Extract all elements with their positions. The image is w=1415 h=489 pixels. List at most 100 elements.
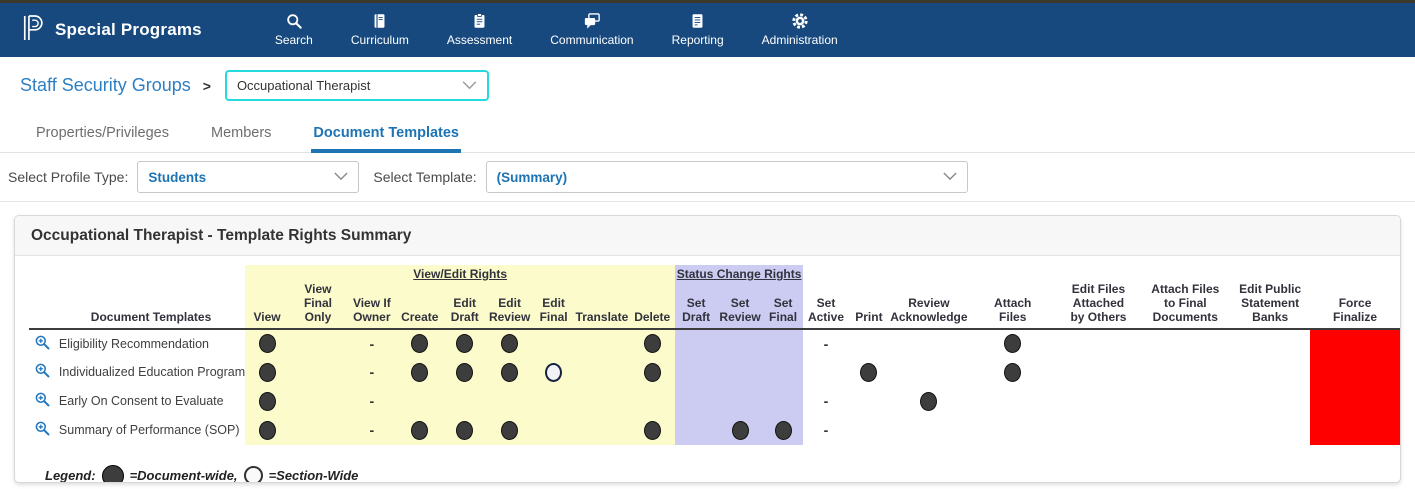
doc-template-name: Eligibility Recommendation xyxy=(57,329,245,358)
dash-indicator: - xyxy=(824,336,829,352)
nav-item-label: Administration xyxy=(762,33,838,47)
right-cell-document-wide xyxy=(969,329,1057,358)
section-wide-circle xyxy=(545,363,562,382)
panel-title: Occupational Therapist - Template Rights… xyxy=(15,216,1400,256)
rights-table: View/Edit RightsStatus Change RightsDocu… xyxy=(29,265,1400,445)
right-cell-empty xyxy=(1230,358,1310,387)
document-wide-dot xyxy=(775,421,792,440)
column-header-edit-public-statement-banks: Edit Public Statement Banks xyxy=(1230,281,1310,328)
column-header-set-draft: Set Draft xyxy=(675,281,717,328)
right-cell-empty xyxy=(889,329,969,358)
right-cell-empty xyxy=(575,387,630,416)
document-wide-dot xyxy=(644,421,661,440)
right-cell-empty xyxy=(717,329,763,358)
column-header-delete: Delete xyxy=(629,281,675,328)
gear-icon xyxy=(790,11,810,31)
right-cell-empty xyxy=(1057,358,1141,387)
nav-item-communication[interactable]: Communication xyxy=(543,7,640,53)
force-finalize-blocked-cell xyxy=(1310,329,1400,358)
right-cell-empty xyxy=(717,387,763,416)
tab-members[interactable]: Members xyxy=(209,122,273,153)
column-header-edit-files-attached-by-others: Edit Files Attached by Others xyxy=(1057,281,1141,328)
document-wide-dot xyxy=(644,334,661,353)
right-cell-document-wide xyxy=(717,416,763,445)
search-icon xyxy=(284,11,304,31)
right-cell-empty xyxy=(1140,416,1230,445)
column-header-edit-final: Edit Final xyxy=(533,281,575,328)
right-cell-empty xyxy=(1057,387,1141,416)
column-header-translate: Translate xyxy=(575,281,630,328)
clipboard-icon xyxy=(471,11,488,31)
right-cell-empty xyxy=(1057,416,1141,445)
force-finalize-blocked-cell xyxy=(1310,416,1400,445)
chevron-down-icon xyxy=(943,168,957,186)
right-cell-empty xyxy=(289,387,347,416)
column-header-set-review: Set Review xyxy=(717,281,763,328)
document-wide-dot xyxy=(501,363,518,382)
column-header-print: Print xyxy=(849,281,889,328)
report-icon xyxy=(689,11,706,31)
zoom-in-icon[interactable] xyxy=(29,329,57,358)
nav-item-search[interactable]: Search xyxy=(268,7,320,53)
breadcrumb-root-link[interactable]: Staff Security Groups xyxy=(20,75,191,96)
right-cell-empty xyxy=(1140,387,1230,416)
right-cell-empty xyxy=(1140,329,1230,358)
document-wide-dot xyxy=(411,421,428,440)
right-cell-empty xyxy=(289,329,347,358)
chevron-down-icon xyxy=(462,77,477,95)
right-cell-document-wide xyxy=(397,358,443,387)
column-header-view: View xyxy=(245,281,289,328)
table-row: Early On Consent to Evaluate-- xyxy=(29,387,1400,416)
right-cell-empty xyxy=(575,329,630,358)
tab-document-templates[interactable]: Document Templates xyxy=(311,122,461,153)
chat-bubbles-icon xyxy=(582,11,602,31)
right-cell-empty xyxy=(969,416,1057,445)
right-cell-empty xyxy=(803,358,849,387)
right-cell-empty xyxy=(675,358,717,387)
security-group-select[interactable]: Occupational Therapist xyxy=(225,70,489,101)
right-cell-document-wide xyxy=(629,329,675,358)
app-brand[interactable]: Special Programs xyxy=(22,14,202,47)
right-cell-empty xyxy=(849,329,889,358)
template-select[interactable]: (Summary) xyxy=(486,161,968,193)
column-header-set-active: Set Active xyxy=(803,281,849,328)
table-row: Summary of Performance (SOP)-- xyxy=(29,416,1400,445)
document-wide-dot xyxy=(259,421,276,440)
document-wide-dot xyxy=(456,334,473,353)
right-cell-empty xyxy=(575,416,630,445)
zoom-in-icon[interactable] xyxy=(29,358,57,387)
nav-item-curriculum[interactable]: Curriculum xyxy=(344,7,416,53)
profile-type-select[interactable]: Students xyxy=(137,161,359,193)
doc-template-name: Summary of Performance (SOP) xyxy=(57,416,245,445)
breadcrumb-separator: > xyxy=(203,78,211,94)
icon-column-header xyxy=(29,281,57,328)
nav-item-label: Search xyxy=(275,33,313,47)
column-group-status-change-rights: Status Change Rights xyxy=(675,265,803,281)
right-cell-dash: - xyxy=(347,416,397,445)
column-group-view-edit-rights: View/Edit Rights xyxy=(245,265,675,281)
legend: Legend:=Document-wide,=Section-Wide xyxy=(45,465,1400,483)
dash-indicator: - xyxy=(370,393,375,409)
nav-item-reporting[interactable]: Reporting xyxy=(665,7,731,53)
book-icon xyxy=(371,11,388,31)
document-wide-dot xyxy=(411,363,428,382)
profile-type-label: Select Profile Type: xyxy=(8,169,128,185)
force-finalize-blocked-cell xyxy=(1310,387,1400,416)
top-navbar: Special Programs Search Curriculum Assessm… xyxy=(0,3,1415,57)
doc-template-name: Early On Consent to Evaluate xyxy=(57,387,245,416)
right-cell-document-wide xyxy=(763,416,803,445)
column-header-edit-draft: Edit Draft xyxy=(443,281,487,328)
right-cell-document-wide xyxy=(889,387,969,416)
zoom-in-icon[interactable] xyxy=(29,416,57,445)
right-cell-document-wide xyxy=(487,358,533,387)
tab-properties-privileges[interactable]: Properties/Privileges xyxy=(34,122,171,153)
document-wide-dot xyxy=(644,363,661,382)
nav-item-assessment[interactable]: Assessment xyxy=(440,7,519,53)
nav-item-administration[interactable]: Administration xyxy=(755,7,845,53)
column-header-view-final-only: View Final Only xyxy=(289,281,347,328)
zoom-in-icon[interactable] xyxy=(29,387,57,416)
right-cell-document-wide xyxy=(849,358,889,387)
app-title: Special Programs xyxy=(55,20,202,40)
legend-item-text: =Section-Wide xyxy=(269,468,359,483)
right-cell-empty xyxy=(675,387,717,416)
